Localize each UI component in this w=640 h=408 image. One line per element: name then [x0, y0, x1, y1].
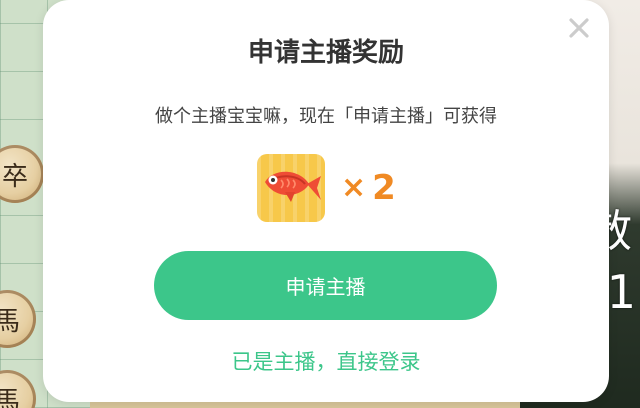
reward-count: 2 — [372, 168, 396, 208]
multiplier-symbol: × — [341, 170, 367, 205]
direct-login-link[interactable]: 已是主播，直接登录 — [43, 346, 609, 376]
dialog-title: 申请主播奖励 — [247, 38, 404, 68]
reward-row: × 2 — [257, 154, 396, 222]
dialog-subtitle: 做个主播宝宝嘛，现在「申请主播」可获得 — [155, 106, 497, 127]
apply-streamer-button[interactable]: 申请主播 — [154, 251, 497, 320]
fish-icon — [257, 154, 325, 222]
reward-dialog: 申请主播奖励 做个主播宝宝嘛，现在「申请主播」可获得 × 2 申请主播 已是主播… — [43, 0, 609, 402]
screen: 卒 馬 馬 散 51 申请主播奖励 做个主播宝宝嘛，现在「申请主播」可获得 — [0, 0, 640, 408]
reward-quantity: × 2 — [341, 168, 396, 208]
